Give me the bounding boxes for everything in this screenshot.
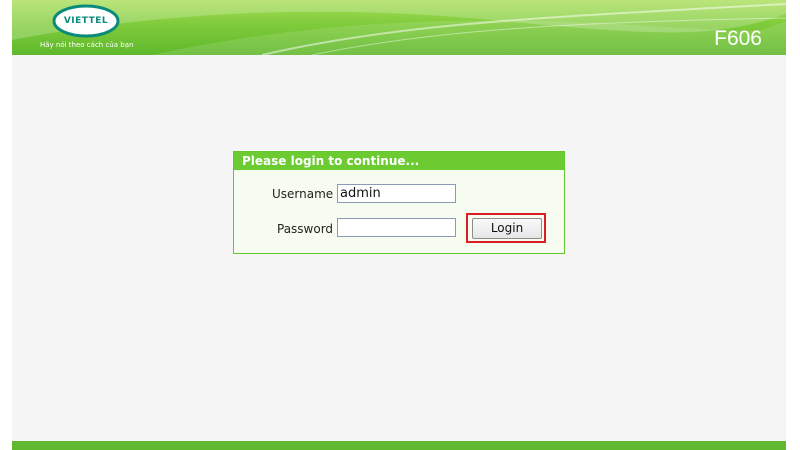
password-input[interactable] <box>337 218 456 237</box>
login-panel: Please login to continue... Username Pas… <box>233 151 565 254</box>
password-label: Password <box>277 222 334 236</box>
login-title: Please login to continue... <box>234 152 564 170</box>
logo-wordmark: VIETTEL <box>63 16 109 26</box>
viettel-logo: VIETTEL <box>52 4 120 38</box>
login-button[interactable]: Login <box>472 218 542 239</box>
username-label: Username <box>272 187 334 201</box>
footer-bar <box>12 441 786 450</box>
header-banner: VIETTEL Hãy nói theo cách của bạn F606 <box>12 0 786 55</box>
username-input[interactable] <box>337 184 456 203</box>
router-web-ui: VIETTEL Hãy nói theo cách của bạn F606 P… <box>12 0 786 450</box>
device-model: F606 <box>714 27 762 50</box>
page: VIETTEL Hãy nói theo cách của bạn F606 P… <box>0 0 800 450</box>
slogan-text: Hãy nói theo cách của bạn <box>40 41 134 49</box>
